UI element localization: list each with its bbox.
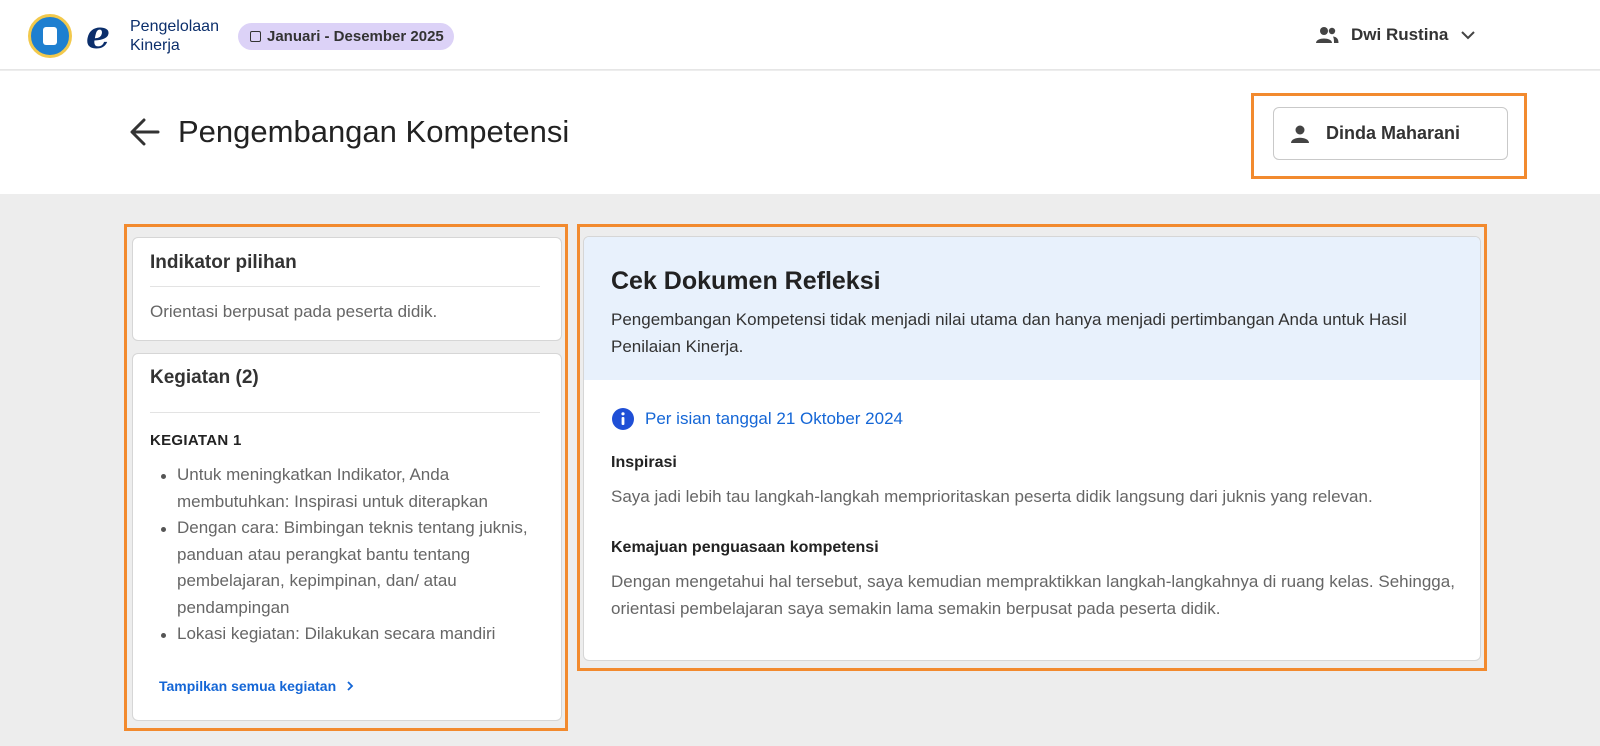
calendar-square-icon bbox=[250, 31, 261, 42]
kegiatan-bullet-list: Untuk meningkatkan Indikator, Anda membu… bbox=[150, 462, 540, 648]
inspirasi-label: Inspirasi bbox=[611, 454, 677, 471]
period-label: Januari - Desember 2025 bbox=[267, 28, 444, 45]
kegiatan-card: Kegiatan (2) KEGIATAN 1 Untuk meningkatk… bbox=[132, 353, 562, 721]
users-icon bbox=[1316, 27, 1339, 43]
refleksi-card: Cek Dokumen Refleksi Pengembangan Kompet… bbox=[583, 236, 1481, 661]
kemajuan-label: Kemajuan penguasaan kompetensi bbox=[611, 539, 879, 556]
list-item: Lokasi kegiatan: Dilakukan secara mandir… bbox=[150, 621, 540, 648]
chevron-right-icon bbox=[347, 681, 354, 691]
indikator-card: Indikator pilihan Orientasi berpusat pad… bbox=[132, 237, 562, 341]
date-info-text: Per isian tanggal 21 Oktober 2024 bbox=[645, 409, 904, 428]
period-badge: Januari - Desember 2025 bbox=[238, 23, 454, 50]
divider bbox=[150, 286, 540, 287]
list-item: Untuk meningkatkan Indikator, Anda membu… bbox=[150, 462, 540, 515]
arrow-left-icon bbox=[130, 118, 160, 146]
page-title: Pengembangan Kompetensi bbox=[178, 114, 570, 149]
top-navbar: e Pengelolaan Kinerja Januari - Desember… bbox=[0, 0, 1600, 70]
date-info: Per isian tanggal 21 Oktober 2024 bbox=[611, 407, 903, 431]
divider bbox=[150, 412, 540, 413]
brand-name-line1: Pengelolaan bbox=[130, 18, 219, 35]
kegiatan-title: Kegiatan (2) bbox=[150, 367, 259, 388]
current-user-name: Dwi Rustina bbox=[1351, 25, 1449, 44]
brand-mark: e bbox=[86, 12, 111, 57]
list-item: Dengan cara: Bimbingan teknis tentang ju… bbox=[150, 515, 540, 621]
government-emblem-logo bbox=[28, 14, 72, 58]
info-icon bbox=[612, 408, 634, 430]
teacher-name: Dinda Maharani bbox=[1326, 123, 1461, 143]
person-icon bbox=[1291, 125, 1309, 143]
show-all-label: Tampilkan semua kegiatan bbox=[159, 678, 337, 694]
refleksi-description: Pengembangan Kompetensi tidak menjadi ni… bbox=[611, 310, 1407, 356]
back-button[interactable] bbox=[128, 115, 162, 149]
user-menu-dropdown[interactable]: Dwi Rustina bbox=[1315, 18, 1476, 52]
inspirasi-text: Saya jadi lebih tau langkah-langkah memp… bbox=[611, 487, 1373, 506]
indikator-title: Indikator pilihan bbox=[150, 252, 297, 273]
brand-name-line2: Kinerja bbox=[130, 37, 180, 54]
kegiatan-item-label: KEGIATAN 1 bbox=[150, 432, 242, 449]
indikator-value: Orientasi berpusat pada peserta didik. bbox=[150, 302, 438, 321]
show-all-activities-link[interactable]: Tampilkan semua kegiatan bbox=[159, 678, 354, 694]
chevron-down-icon bbox=[1461, 31, 1476, 40]
teacher-selector-button[interactable]: Dinda Maharani bbox=[1273, 107, 1508, 160]
kemajuan-text: Dengan mengetahui hal tersebut, saya kem… bbox=[611, 572, 1455, 618]
refleksi-header: Cek Dokumen Refleksi Pengembangan Kompet… bbox=[584, 237, 1480, 380]
refleksi-title: Cek Dokumen Refleksi bbox=[611, 267, 881, 295]
